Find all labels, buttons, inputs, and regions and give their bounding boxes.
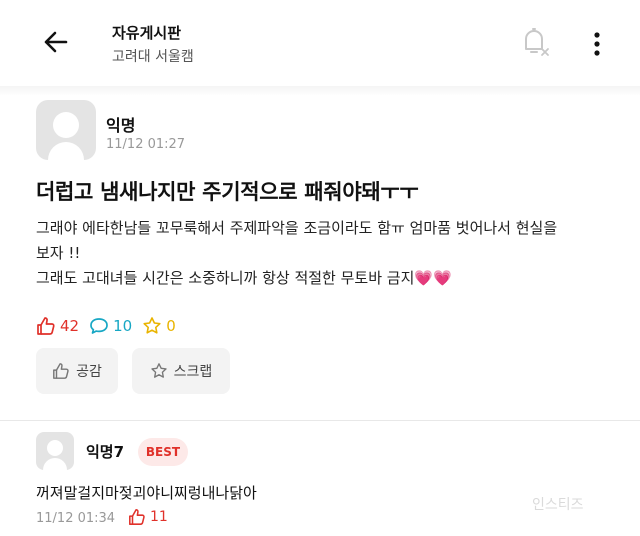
comment-count-value: 10 <box>113 317 133 335</box>
notification-toggle-button[interactable] <box>516 24 552 60</box>
post-stats: 42 10 0 <box>36 314 186 338</box>
more-vertical-icon <box>594 32 600 56</box>
like-count: 42 <box>36 316 79 336</box>
scrap-button[interactable]: 스크랩 <box>132 348 230 394</box>
star-icon <box>143 317 161 334</box>
post-body-line: 그래도 고대녀들 시간은 소중하니까 항상 적절한 무토바 금지💗💗 <box>36 269 452 287</box>
post-title: 더럽고 냄새나지만 주기적으로 패줘야돼ㅜㅜ <box>36 180 419 204</box>
thumbs-up-icon <box>129 509 145 525</box>
post-author-avatar <box>36 100 96 160</box>
back-button[interactable] <box>36 22 76 62</box>
post-body-line: 그래야 에타한남들 꼬무룩해서 주제파악을 조금이라도 함ㅠ 엄마품 벗어나서 … <box>36 219 558 237</box>
post-body: 그래야 에타한남들 꼬무룩해서 주제파악을 조금이라도 함ㅠ 엄마품 벗어나서 … <box>36 216 616 291</box>
post-author: 익명 <box>106 116 136 135</box>
header-shadow <box>0 86 640 96</box>
scrap-button-label: 스크랩 <box>173 364 213 380</box>
post-time: 11/12 01:27 <box>106 137 186 152</box>
user-icon <box>48 112 84 160</box>
scrap-count: 0 <box>142 316 176 336</box>
thumbs-up-icon <box>37 317 55 335</box>
like-count-value: 42 <box>60 317 80 335</box>
comment-author-avatar <box>36 432 74 470</box>
comment-text: 꺼져말걸지마젖괴야니찌렁내나닭아 <box>36 484 257 502</box>
scrap-count-value: 0 <box>166 317 176 335</box>
bell-off-icon <box>525 28 549 56</box>
post-actions: 공감 스크랩 <box>36 348 244 394</box>
post-body-line: 보자 !! <box>36 244 81 262</box>
user-icon <box>43 440 67 470</box>
arrow-left-icon <box>44 31 68 53</box>
comment-time: 11/12 01:34 <box>36 511 116 526</box>
chat-bubble-icon <box>90 318 108 334</box>
comment-like-count[interactable]: 11 <box>128 508 168 526</box>
comment-count: 10 <box>89 316 132 336</box>
star-outline-icon <box>150 363 167 378</box>
board-title: 자유게시판 <box>112 24 182 42</box>
comment-like-value: 11 <box>150 509 168 525</box>
app-header: 자유게시판 고려대 서울캠 <box>0 0 640 86</box>
board-subtitle: 고려대 서울캠 <box>112 49 194 65</box>
best-badge: BEST <box>138 438 188 466</box>
comment-author: 익명7 <box>86 443 125 461</box>
like-button[interactable]: 공감 <box>36 348 118 394</box>
watermark: 인스티즈 <box>532 497 584 513</box>
more-options-button[interactable] <box>586 26 608 62</box>
thumbs-up-outline-icon <box>53 363 69 379</box>
post-comment-divider <box>0 420 640 421</box>
like-button-label: 공감 <box>76 364 102 380</box>
